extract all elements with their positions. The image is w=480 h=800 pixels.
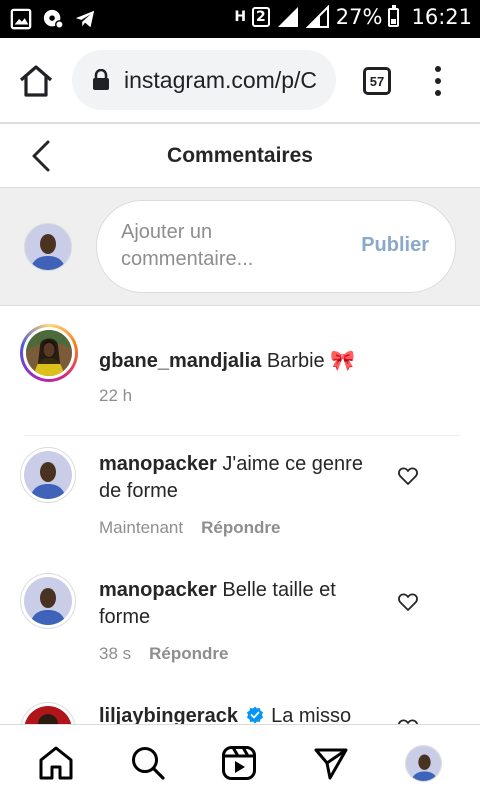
comment-field-wrapper: Publier	[96, 200, 456, 293]
page-header: Commentaires	[0, 124, 480, 188]
gallery-icon	[10, 8, 32, 30]
comment-body: Barbie 🎀	[266, 350, 356, 372]
comment-text: manopacker J'aime ce genre de forme	[99, 451, 389, 505]
comment-text: gbane_mandjalia Barbie 🎀	[99, 348, 399, 375]
profile-photo	[24, 451, 72, 499]
list-item: manopacker J'aime ce genre de forme Main…	[0, 446, 480, 556]
signal-icon	[277, 7, 298, 27]
address-bar[interactable]: instagram.com/p/C	[72, 50, 336, 110]
direct-send-icon[interactable]	[313, 745, 349, 781]
comment-text: manopacker Belle taille et forme	[99, 577, 389, 631]
status-bar: H 2 27% 16:21	[0, 0, 480, 38]
comment-composer: Publier	[0, 188, 480, 306]
list-item: manopacker Belle taille et forme 38 s Ré…	[0, 572, 480, 682]
comment-body: La misso	[271, 705, 352, 724]
profile-avatar-button[interactable]	[405, 745, 442, 782]
avatar[interactable]	[20, 702, 76, 724]
comment-meta: Maintenant Répondre	[99, 518, 280, 538]
comment-timestamp: 22 h	[99, 386, 133, 405]
profile-photo	[24, 706, 72, 724]
avatar[interactable]	[20, 447, 76, 503]
page-title: Commentaires	[167, 144, 313, 167]
profile-photo	[26, 330, 72, 376]
list-item: gbane_mandjalia Barbie 🎀 22 h	[0, 324, 480, 436]
reply-button[interactable]: Répondre	[149, 644, 228, 664]
reels-icon[interactable]	[221, 745, 257, 781]
comment-input[interactable]	[121, 219, 347, 279]
more-vertical-icon[interactable]	[428, 64, 448, 98]
comment-timestamp: Maintenant	[99, 518, 184, 537]
comment-username[interactable]: liljaybingerack	[99, 705, 238, 724]
heart-icon[interactable]	[398, 593, 418, 611]
home-icon[interactable]	[38, 745, 74, 781]
comment-timestamp: 38 s	[99, 644, 132, 663]
avatar	[406, 746, 441, 781]
tabs-icon[interactable]: 57	[363, 67, 391, 95]
tab-count: 57	[369, 73, 385, 89]
lock-icon	[93, 69, 109, 90]
home-icon[interactable]	[18, 64, 54, 98]
publish-button[interactable]: Publier	[361, 234, 429, 257]
telegram-icon	[75, 10, 95, 28]
clock: 16:21	[411, 5, 472, 29]
comment-meta: 38 s Répondre	[99, 644, 228, 664]
avatar	[24, 223, 72, 271]
battery-percent: 27%	[335, 5, 383, 29]
network-type: H	[234, 9, 247, 25]
list-item: liljaybingerack La misso	[0, 698, 480, 724]
search-icon[interactable]	[130, 745, 166, 781]
comment-username[interactable]: manopacker	[99, 579, 217, 601]
battery-icon	[388, 4, 400, 27]
verified-badge-icon	[246, 706, 263, 724]
avatar[interactable]	[20, 324, 78, 382]
comments-list: gbane_mandjalia Barbie 🎀 22 h manopacker…	[0, 306, 480, 724]
location-icon	[43, 9, 64, 29]
url-text: instagram.com/p/C	[124, 66, 318, 93]
signal-icon	[305, 5, 329, 28]
browser-toolbar: instagram.com/p/C 57	[0, 38, 480, 124]
bottom-navigation	[0, 724, 480, 800]
divider	[24, 435, 460, 436]
reply-button[interactable]: Répondre	[201, 518, 280, 538]
profile-photo	[24, 577, 72, 625]
comment-username[interactable]: gbane_mandjalia	[99, 350, 261, 372]
comment-text: liljaybingerack La misso	[99, 703, 389, 724]
heart-icon[interactable]	[398, 467, 418, 485]
comment-meta: 22 h	[99, 386, 132, 406]
sim-indicator: 2	[252, 7, 270, 27]
avatar[interactable]	[20, 573, 76, 629]
comment-username[interactable]: manopacker	[99, 453, 217, 475]
